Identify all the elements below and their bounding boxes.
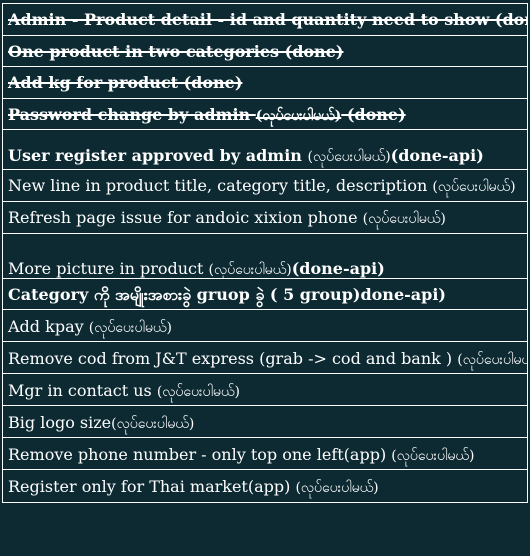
task-status: (လုပ်ပေးပါမယ်) [457, 352, 527, 369]
task-text: Remove phone number - only top one left(… [8, 445, 392, 465]
task-row[interactable]: Category ကို အမျိုးအစားခွဲ gruop ခွဲ ( 5… [3, 279, 527, 311]
task-row[interactable]: Refresh page issue for andoic xixion pho… [3, 202, 527, 234]
task-row[interactable]: More picture in product (လုပ်ပေးပါမယ်)(d… [3, 234, 527, 279]
task-status: (လုပ်ပေးပါမယ်) [307, 149, 391, 166]
task-status: (လုပ်ပေးပါမယ်) [111, 416, 195, 433]
task-text: Category ကို အမျိုးအစားခွဲ gruop ခွဲ ( 5… [8, 284, 446, 304]
task-text: Add kpay [8, 317, 89, 337]
task-text: One product in two categories (done) [8, 41, 344, 61]
task-tail: (done-api) [291, 258, 385, 278]
task-text: Add kg for product (done) [8, 73, 243, 93]
task-status: (လုပ်ပေးပါမယ်) [88, 320, 172, 337]
task-text: Big logo size [8, 413, 112, 433]
task-table: Admin - Product detail - id and quantity… [2, 3, 528, 504]
task-row[interactable]: Admin - Product detail - id and quantity… [3, 4, 527, 36]
task-text: Register only for Thai market(app) [8, 477, 296, 497]
task-status: (လုပ်ပေးပါမယ်) [156, 384, 240, 401]
task-text: User register approved by admin [8, 146, 308, 166]
task-status: (လုပ်ပေးပါမယ်) [432, 179, 516, 196]
task-row[interactable]: Remove phone number - only top one left(… [3, 438, 527, 471]
task-text: Mgr in contact us [8, 381, 157, 401]
task-row[interactable]: One product in two categories (done) [3, 36, 527, 68]
task-row[interactable]: Remove cod from J&T express (grab -> cod… [3, 342, 527, 375]
task-status: (လုပ်ပေးပါမယ်) [208, 261, 292, 278]
task-text: Remove cod from J&T express (grab -> cod… [8, 349, 458, 369]
task-row[interactable]: Big logo size(လုပ်ပေးပါမယ်) [3, 406, 527, 439]
task-status: (လုပ်ပေးပါမယ်) [391, 448, 475, 465]
task-row[interactable]: User register approved by admin (လုပ်ပေး… [3, 130, 527, 171]
task-status: (လုပ်ပေးပါမယ်) [295, 480, 379, 497]
task-text: Password change by admin [8, 104, 256, 124]
task-row[interactable]: Password change by admin (လုပ်ပေးပါမယ်) … [3, 99, 527, 131]
task-status: (လုပ်ပေးပါမယ်) [362, 210, 446, 227]
task-row[interactable]: Mgr in contact us (လုပ်ပေးပါမယ်) [3, 374, 527, 407]
task-status: (လုပ်ပေးပါမယ်) [255, 107, 342, 124]
task-row[interactable]: Register only for Thai market(app) (လုပ်… [3, 470, 527, 502]
task-text: Admin - Product detail - id and quantity… [8, 10, 527, 29]
task-row[interactable]: Add kg for product (done) [3, 67, 527, 99]
task-text: More picture in product [8, 258, 209, 278]
task-text: Refresh page issue for andoic xixion pho… [8, 207, 363, 227]
task-tail: (done-api) [390, 146, 484, 166]
task-tail: (done) [341, 104, 406, 124]
task-row[interactable]: Add kpay (လုပ်ပေးပါမယ်) [3, 310, 527, 343]
task-text: New line in product title, category titl… [8, 176, 433, 196]
task-row[interactable]: New line in product title, category titl… [3, 170, 527, 202]
